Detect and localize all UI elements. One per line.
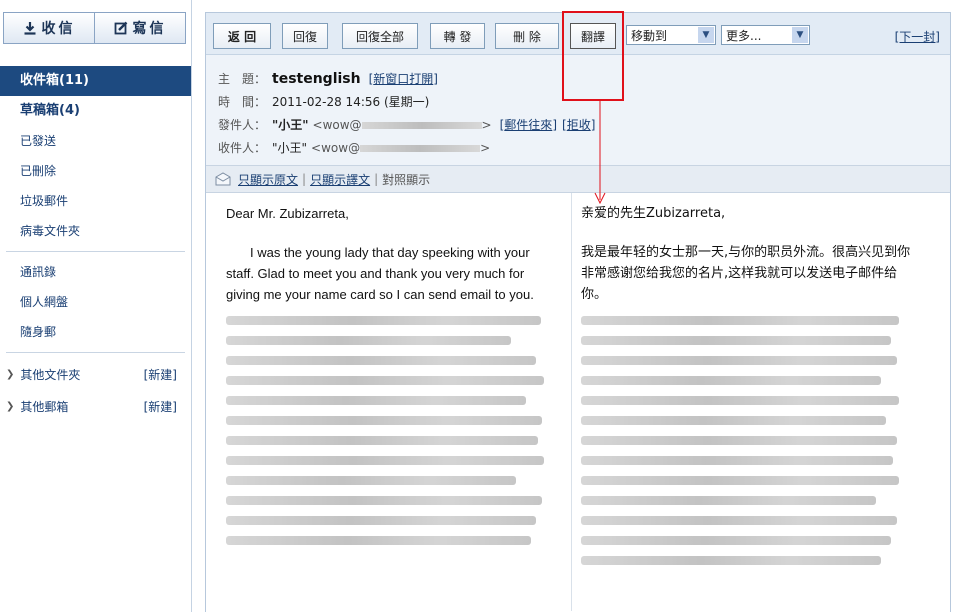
subject-label: 主 題：: [218, 72, 267, 86]
sidebar-item-netdisk[interactable]: 個人網盤: [0, 287, 191, 317]
sidebar-item-sent[interactable]: 已發送: [0, 126, 191, 156]
translated-greeting: 亲爱的先生Zubizarreta,: [581, 206, 726, 221]
time-label: 時 間：: [218, 95, 267, 109]
next-message-link[interactable]: [下一封]: [895, 28, 940, 45]
column-divider: [571, 193, 572, 611]
subject-row: 主 題： testenglish [新窗口打開]: [218, 70, 438, 87]
receive-button[interactable]: 收信: [4, 13, 94, 43]
original-text-column: Dear Mr. Zubizarreta, I was the young la…: [226, 203, 546, 545]
subject-text: testenglish: [272, 70, 361, 87]
to-label: 收件人：: [218, 141, 267, 155]
receive-label: 收信: [41, 21, 76, 37]
from-address: <wow@ >: [312, 117, 492, 132]
chevron-right-icon: ❯: [6, 368, 15, 380]
from-row: 發件人： "小王" <wow@ > [郵件往來] [拒收]: [218, 116, 596, 133]
sidebar-item-drafts[interactable]: 草稿箱(4): [0, 96, 191, 126]
sidebar-item-other-mailboxes[interactable]: ❯ 其他郵箱 [新建]: [0, 390, 191, 422]
mail-history-link[interactable]: 郵件往來: [504, 116, 552, 133]
time-value: 2011-02-28 14:56 (星期一): [272, 95, 430, 109]
message-body: Dear Mr. Zubizarreta, I was the young la…: [206, 193, 950, 611]
download-icon: [24, 22, 35, 35]
redacted-address: [360, 144, 481, 152]
compose-button[interactable]: 寫信: [94, 13, 185, 43]
time-row: 時 間： 2011-02-28 14:56 (星期一): [218, 90, 950, 113]
chevron-right-icon: ❯: [6, 400, 15, 412]
side-by-side-label: 對照顯示: [382, 172, 431, 187]
compose-label: 寫信: [132, 21, 167, 37]
sidebar-item-mobile-mail[interactable]: 隨身郵: [0, 317, 191, 347]
reject-sender-link[interactable]: 拒收: [567, 116, 591, 133]
to-row: 收件人： "小王" <wow@ >: [218, 136, 950, 159]
original-greeting: Dear Mr. Zubizarreta,: [226, 206, 349, 221]
edit-icon: [114, 21, 127, 35]
tree-label: 其他文件夾: [20, 367, 81, 382]
sidebar-item-other-folders[interactable]: ❯ 其他文件夾 [新建]: [0, 358, 191, 390]
mail-action-bar: 收信 寫信: [3, 12, 186, 44]
sidebar-divider: [6, 352, 185, 353]
reply-all-button[interactable]: 回復全部: [342, 23, 418, 49]
translated-text-column: 亲爱的先生Zubizarreta, 我是最年轻的女士那一天,与你的职员外流。很高…: [581, 203, 911, 565]
sidebar-item-inbox[interactable]: 收件箱(11): [0, 66, 191, 96]
back-button[interactable]: 返 回: [213, 23, 271, 49]
new-mailbox-link[interactable]: [新建]: [144, 398, 177, 415]
message-toolbar: 返 回 回復 回復全部 轉 發 刪 除 翻譯 移動到 ▼ 更多... ▼ [下一…: [206, 13, 950, 55]
show-translation-link[interactable]: 只顯示譯文: [310, 171, 370, 188]
reply-button[interactable]: 回復: [282, 23, 328, 49]
translate-button[interactable]: 翻譯: [570, 23, 616, 49]
message-header: 主 題： testenglish [新窗口打開] 時 間： 2011-02-28…: [206, 55, 950, 165]
move-to-label: 移動到: [631, 28, 668, 43]
delete-button[interactable]: 刪 除: [495, 23, 559, 49]
from-name: "小王": [272, 118, 309, 132]
translate-icon: [215, 172, 231, 186]
show-original-link[interactable]: 只顯示原文: [238, 171, 298, 188]
to-address: <wow@ >: [311, 140, 491, 155]
from-label: 發件人：: [218, 118, 267, 132]
sidebar: 收信 寫信 收件箱(11) 草稿箱(4) 已發送 已刪除 垃圾郵件 病毒文件夾 …: [0, 0, 192, 612]
to-name: "小王": [272, 141, 308, 155]
translation-view-bar: 只顯示原文 | 只顯示譯文 | 對照顯示: [206, 165, 950, 193]
translated-paragraph: 我是最年轻的女士那一天,与你的职员外流。很高兴见到你非常感谢您给我您的名片,这样…: [581, 245, 911, 302]
sidebar-divider: [6, 251, 185, 252]
more-label: 更多...: [726, 28, 762, 43]
chevron-down-icon: ▼: [698, 27, 714, 43]
open-new-window-link[interactable]: 新窗口打開: [373, 70, 433, 87]
redacted-content: [226, 316, 546, 545]
sidebar-item-contacts[interactable]: 通訊錄: [0, 257, 191, 287]
forward-button[interactable]: 轉 發: [430, 23, 485, 49]
original-paragraph: I was the young lady that day speeking w…: [226, 245, 534, 302]
new-folder-link[interactable]: [新建]: [144, 366, 177, 383]
folder-list: 收件箱(11) 草稿箱(4) 已發送 已刪除 垃圾郵件 病毒文件夾 通訊錄 個人…: [0, 66, 191, 422]
redacted-address: [361, 121, 482, 129]
move-to-select[interactable]: 移動到 ▼: [626, 25, 716, 45]
sidebar-item-virus-folder[interactable]: 病毒文件夾: [0, 216, 191, 246]
tree-label: 其他郵箱: [20, 399, 69, 414]
more-select[interactable]: 更多... ▼: [721, 25, 810, 45]
sidebar-item-deleted[interactable]: 已刪除: [0, 156, 191, 186]
sidebar-item-spam[interactable]: 垃圾郵件: [0, 186, 191, 216]
chevron-down-icon: ▼: [792, 27, 808, 43]
redacted-content: [581, 316, 911, 565]
message-panel: 返 回 回復 回復全部 轉 發 刪 除 翻譯 移動到 ▼ 更多... ▼ [下一…: [205, 12, 951, 612]
